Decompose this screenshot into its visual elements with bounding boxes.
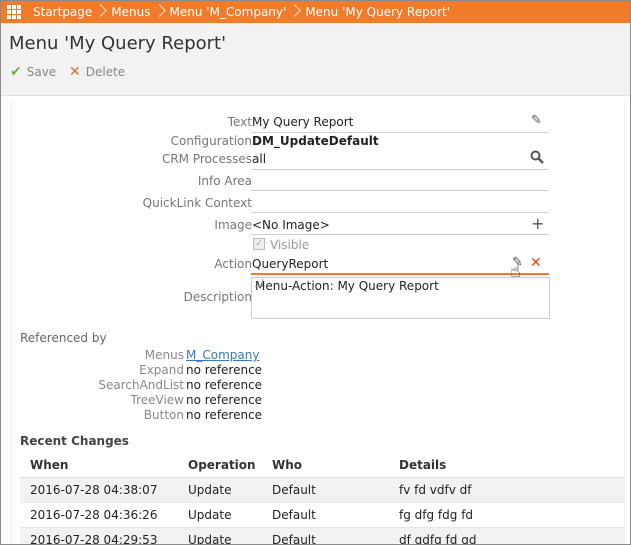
column-header-who[interactable]: Who — [262, 453, 389, 478]
page-title: Menu 'My Query Report' — [9, 33, 227, 54]
crm-processes-row: CRM Processes all — [12, 150, 612, 168]
description-row: Description Menu-Action: My Query Report — [12, 277, 612, 319]
reference-value: no reference — [186, 408, 263, 422]
reference-value: no reference — [186, 378, 263, 392]
cell-details: fv fd vdfv df — [389, 477, 624, 503]
description-text: Menu-Action: My Query Report — [255, 279, 439, 293]
cell-when: 2016-07-28 04:38:07 — [20, 477, 178, 503]
table-header-row: When Operation Who Details — [20, 453, 624, 478]
image-label: Image — [214, 218, 252, 232]
pencil-icon[interactable]: ✎ — [531, 113, 542, 128]
cell-who: Default — [262, 502, 389, 528]
visible-row: ✓ Visible — [12, 236, 612, 254]
reference-row: Button no reference — [12, 408, 612, 424]
check-icon: ✔ — [10, 64, 22, 80]
table-row[interactable]: 2016-07-28 04:36:26 Update Default fg df… — [20, 502, 624, 528]
cell-when: 2016-07-28 04:29:53 — [20, 527, 178, 544]
info-area-row: Info Area — [12, 172, 612, 190]
reference-label: Button — [143, 408, 184, 422]
action-underline — [251, 273, 549, 275]
quicklink-context-label: QuickLink Context — [142, 196, 252, 210]
breadcrumb-bar: Startpage Menus Menu 'M_Company' Menu 'M… — [1, 1, 630, 23]
table-row[interactable]: 2016-07-28 04:29:53 Update Default df gd… — [20, 527, 624, 544]
reference-value: no reference — [186, 393, 263, 407]
reference-row: TreeView no reference — [12, 393, 612, 409]
cell-operation: Update — [178, 527, 262, 544]
text-label: Text — [227, 115, 252, 129]
cell-operation: Update — [178, 477, 262, 503]
column-header-operation[interactable]: Operation — [178, 453, 262, 478]
save-label: Save — [26, 65, 57, 79]
details-panel: Text My Query Report ✎ Configuration DM_… — [11, 101, 625, 544]
remove-icon[interactable]: ✕ — [530, 255, 542, 271]
reference-value: no reference — [186, 363, 263, 377]
window: Startpage Menus Menu 'M_Company' Menu 'M… — [0, 0, 631, 545]
text-input[interactable]: My Query Report — [252, 115, 353, 129]
image-row: Image <No Image> + — [12, 214, 612, 234]
configuration-label: Configuration — [170, 134, 252, 148]
cell-who: Default — [262, 477, 389, 503]
breadcrumb-current: Menu 'My Query Report' — [288, 1, 452, 23]
info-area-label: Info Area — [197, 174, 252, 188]
crm-processes-underline — [251, 169, 549, 170]
delete-button[interactable]: ✕ Delete — [69, 64, 125, 80]
chevron-right-icon — [292, 1, 299, 23]
quicklink-context-row: QuickLink Context — [12, 194, 612, 212]
text-field-row: Text My Query Report ✎ — [12, 113, 612, 131]
reference-label: TreeView — [130, 393, 184, 407]
cell-who: Default — [262, 527, 389, 544]
reference-row: Menus M_Company — [12, 348, 612, 364]
cell-when: 2016-07-28 04:36:26 — [20, 502, 178, 528]
visible-label: Visible — [270, 238, 310, 252]
cell-details: fg dfg fdg fd — [389, 502, 624, 528]
plus-icon[interactable]: + — [531, 214, 544, 233]
referenced-by-title: Referenced by — [20, 331, 107, 345]
crm-processes-label: CRM Processes — [161, 152, 252, 166]
column-header-details[interactable]: Details — [389, 453, 624, 478]
x-icon: ✕ — [69, 64, 81, 80]
image-input[interactable]: <No Image> — [252, 218, 330, 232]
search-icon[interactable] — [530, 150, 544, 168]
breadcrumb-menu-company[interactable]: Menu 'M_Company' — [153, 1, 289, 23]
chevron-right-icon — [98, 1, 105, 23]
reference-row: SearchAndList no reference — [12, 378, 612, 394]
configuration-value: DM_UpdateDefault — [252, 134, 379, 148]
action-row: Action QueryReport ✎ ✕ — [12, 255, 612, 273]
column-header-when[interactable]: When — [20, 453, 178, 478]
breadcrumb-startpage[interactable]: Startpage — [31, 5, 94, 19]
resize-handle-icon[interactable] — [255, 279, 263, 287]
reference-link[interactable]: M_Company — [186, 348, 259, 362]
reference-label: SearchAndList — [98, 378, 184, 392]
reference-label: Expand — [139, 363, 184, 377]
configuration-row: Configuration DM_UpdateDefault — [12, 132, 612, 150]
action-label: Action — [214, 257, 252, 271]
cell-operation: Update — [178, 502, 262, 528]
action-input[interactable]: QueryReport — [252, 257, 328, 271]
description-label: Description — [183, 290, 252, 304]
save-button[interactable]: ✔ Save — [10, 64, 56, 80]
image-underline — [251, 234, 549, 235]
breadcrumb-menus[interactable]: Menus — [94, 1, 152, 23]
cell-details: df gdfg fd gd — [389, 527, 624, 544]
table-row[interactable]: 2016-07-28 04:38:07 Update Default fv fd… — [20, 477, 624, 503]
page-header: Menu 'My Query Report' ✔ Save ✕ Delete — [1, 23, 630, 96]
grid-icon[interactable] — [7, 5, 21, 19]
hand-pointer-icon: ☝ — [510, 261, 521, 282]
visible-checkbox[interactable]: ✓ — [253, 238, 265, 250]
reference-row: Expand no reference — [12, 363, 612, 379]
recent-changes-table: When Operation Who Details 2016-07-28 04… — [20, 453, 624, 544]
description-textarea[interactable]: Menu-Action: My Query Report — [251, 277, 550, 319]
delete-label: Delete — [85, 65, 126, 79]
breadcrumb: Startpage Menus Menu 'M_Company' Menu 'M… — [31, 1, 452, 23]
chevron-right-icon — [157, 1, 164, 23]
crm-processes-input[interactable]: all — [252, 152, 266, 166]
recent-changes-title: Recent Changes — [20, 434, 129, 448]
quicklink-context-underline — [251, 212, 549, 213]
reference-label: Menus — [144, 348, 184, 362]
info-area-underline — [251, 190, 549, 191]
